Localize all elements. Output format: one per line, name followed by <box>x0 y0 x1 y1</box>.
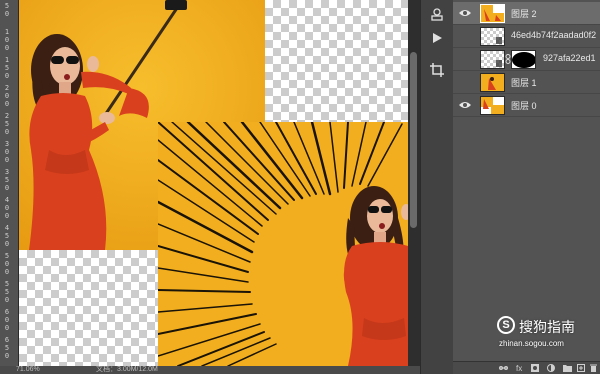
layer-row-927a[interactable]: 927afa22ed1 <box>453 48 600 71</box>
ruler-label: 5 0 0 <box>4 252 10 276</box>
layer-name[interactable]: 图层 1 <box>511 76 537 89</box>
ruler-label: 4 5 0 <box>4 224 10 248</box>
new-layer-icon[interactable] <box>577 364 585 372</box>
mask-shape <box>512 52 535 68</box>
layer-thumbnail-image <box>481 74 504 91</box>
ruler-label: 1 0 0 <box>4 28 10 52</box>
layer-thumbnail <box>480 73 505 92</box>
layer-thumbnail-image <box>481 5 504 22</box>
layer-name[interactable]: 图层 0 <box>511 99 537 112</box>
properties-icon <box>431 8 443 21</box>
layer-thumbnail-image <box>481 97 504 114</box>
document-size: 文档：3.00M/12.0M <box>96 366 158 373</box>
properties-button[interactable] <box>427 4 447 24</box>
trash-icon[interactable] <box>590 364 597 372</box>
play-icon <box>433 33 442 43</box>
speedlines-woman-image <box>158 122 408 366</box>
crop-button[interactable] <box>427 60 447 80</box>
layer-thumbnail-image <box>496 60 502 67</box>
mask-icon[interactable] <box>531 364 539 372</box>
ruler-label: 6 0 0 <box>4 308 10 332</box>
ruler-label: 5 0 <box>4 2 10 18</box>
layers-footer: fx <box>453 361 600 374</box>
sogou-logo: S <box>497 316 515 334</box>
crop-icon <box>430 63 444 77</box>
scrollbar-thumb[interactable] <box>410 52 417 228</box>
layer-thumbnail <box>480 4 505 23</box>
link-icon[interactable] <box>499 364 508 372</box>
status-bar: 71.06% 文档：3.00M/12.0M <box>0 366 420 374</box>
layer-row-layer0[interactable]: 图层 0 <box>453 94 600 117</box>
ruler-label: 5 5 0 <box>4 280 10 304</box>
ruler-label: 3 5 0 <box>4 168 10 192</box>
ruler-label: 3 0 0 <box>4 140 10 164</box>
ruler-label: 4 0 0 <box>4 196 10 220</box>
transparent-area-top-right <box>265 0 408 122</box>
layer-thumbnail <box>480 96 505 115</box>
ruler-label: 6 5 0 <box>4 336 10 360</box>
layer-thumbnail <box>480 50 505 69</box>
eye-icon[interactable] <box>459 8 471 18</box>
layer-name[interactable]: 图层 2 <box>511 7 537 20</box>
panel-tool-strip <box>420 0 454 374</box>
ruler-label: 2 5 0 <box>4 112 10 136</box>
eye-icon[interactable] <box>459 100 471 110</box>
fx-icon[interactable]: fx <box>516 364 522 373</box>
transparent-area-bottom-left <box>19 250 158 366</box>
vertical-ruler[interactable]: 5 0 1 0 0 1 5 0 2 0 0 2 5 0 3 0 0 3 5 0 … <box>0 0 19 366</box>
layer-name[interactable]: 927afa22ed1 <box>543 53 596 63</box>
zoom-level[interactable]: 71.06% <box>16 366 40 374</box>
folder-icon[interactable] <box>563 364 572 372</box>
watermark-title: 搜狗指南 <box>519 319 575 335</box>
layer-row-46ed[interactable]: 46ed4b74f2aadad0f2 <box>453 25 600 48</box>
layer-row-layer1[interactable]: 图层 1 <box>453 71 600 94</box>
watermark-url: zhinan.sogou.com <box>499 339 564 348</box>
document-canvas[interactable] <box>19 0 408 366</box>
actions-play-button[interactable] <box>427 28 447 48</box>
layer-mask-thumbnail[interactable] <box>511 50 536 69</box>
layer-thumbnail-image <box>496 37 502 44</box>
photo-layer-speedlines <box>158 122 408 366</box>
layer-row-layer2[interactable]: 图层 2 <box>453 2 600 25</box>
layer-thumbnail <box>480 27 505 46</box>
ruler-label: 1 5 0 <box>4 56 10 80</box>
sogou-watermark: S 搜狗指南 zhinan.sogou.com <box>497 316 597 352</box>
ruler-label: 2 0 0 <box>4 84 10 108</box>
canvas-scrollbar[interactable] <box>408 0 420 366</box>
adjustment-icon[interactable] <box>547 364 555 372</box>
layer-name[interactable]: 46ed4b74f2aadad0f2 <box>511 30 596 40</box>
